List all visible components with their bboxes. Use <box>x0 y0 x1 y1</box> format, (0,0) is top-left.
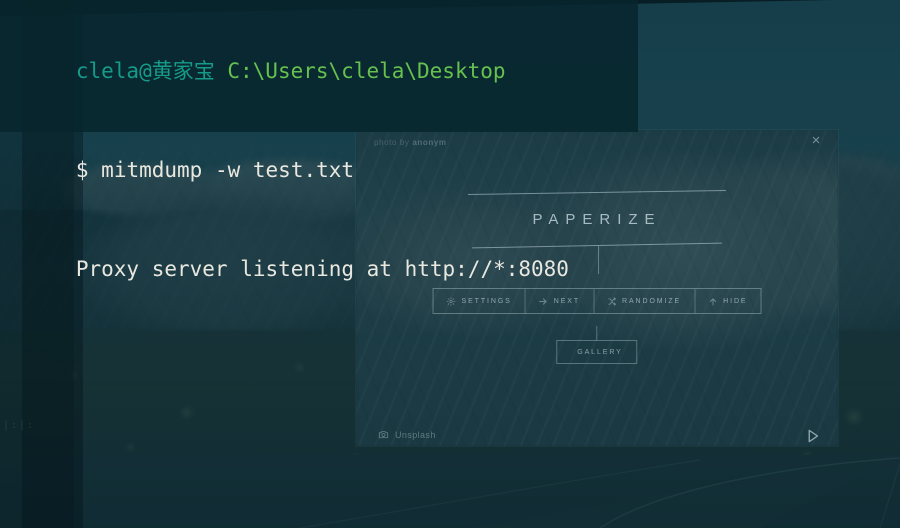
terminal-command: mitmdump -w test.txt <box>101 158 355 182</box>
terminal-output-line: Proxy server listening at http://*:8080 <box>0 220 638 319</box>
gallery-button[interactable]: GALLERY <box>556 340 638 364</box>
hide-button-label: HIDE <box>723 297 748 305</box>
play-next-icon[interactable] <box>804 427 822 445</box>
gallery-button-label: GALLERY <box>577 348 623 356</box>
terminal-window[interactable]: clela@黄家宝 C:\Users\clela\Desktop $ mitmd… <box>0 0 638 281</box>
photo-source-link[interactable]: Unsplash <box>378 429 436 440</box>
photo-source-label: Unsplash <box>395 429 436 440</box>
terminal-prompt-user: clela@黄家宝 <box>75 59 215 83</box>
camera-icon <box>378 431 389 439</box>
close-icon[interactable]: × <box>808 133 824 149</box>
terminal-command-line: $ mitmdump -w test.txt <box>0 121 638 220</box>
gallery-section: GALLERY <box>556 326 638 364</box>
screen: |:|: photo by anonym × PAPERIZE SETTINGS <box>0 0 900 528</box>
background-faint-text: |:|: <box>3 420 36 431</box>
terminal-prompt-path: C:\Users\clela\Desktop <box>227 59 506 83</box>
terminal-dollar-sign: $ <box>75 158 89 182</box>
arrow-up-icon <box>709 297 716 305</box>
hide-button[interactable]: HIDE <box>695 289 760 313</box>
terminal-output: Proxy server listening at http://*:8080 <box>75 257 569 281</box>
gallery-connector-line <box>596 326 598 340</box>
terminal-prompt-line: clela@黄家宝 C:\Users\clela\Desktop <box>0 22 638 121</box>
